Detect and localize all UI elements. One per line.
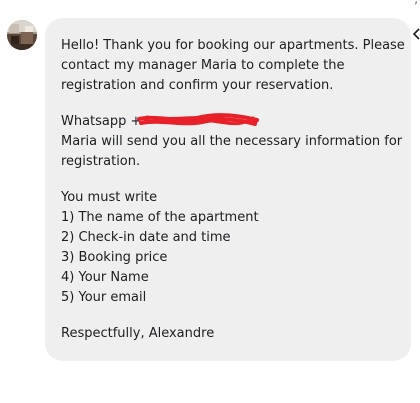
avatar-image	[7, 20, 37, 50]
message-line-greeting-1: Hello! Thank you for booking our apartme…	[61, 38, 405, 53]
message-list-item-1: 1) The name of the apartment	[61, 210, 259, 225]
cut-off-top-mark: ‚	[414, 0, 418, 6]
message-line-maria-2: registration.	[61, 154, 141, 169]
message-line-must-write: You must write	[61, 190, 158, 205]
message-list-item-5: 5) Your email	[61, 290, 147, 305]
redaction-scribble	[137, 113, 259, 126]
message-list-item-3: 3) Booking price	[61, 250, 168, 265]
message-line-maria-1: Maria will send you all the necessary in…	[61, 134, 403, 149]
message-line-greeting-2: contact my manager Maria to complete the	[61, 58, 345, 73]
message-list-item-2: 2) Check-in date and time	[61, 230, 231, 245]
chevron-left-icon-shape	[412, 28, 420, 40]
message-list-item-4: 4) Your Name	[61, 270, 149, 285]
message-line-greeting-3: registration and confirm your reservatio…	[61, 78, 334, 93]
message-line-signoff: Respectfully, Alexandre	[61, 326, 215, 341]
sender-avatar[interactable]	[7, 20, 37, 50]
chevron-left-icon[interactable]	[412, 28, 420, 44]
message-line-whatsapp: Whatsapp +	[61, 114, 142, 129]
